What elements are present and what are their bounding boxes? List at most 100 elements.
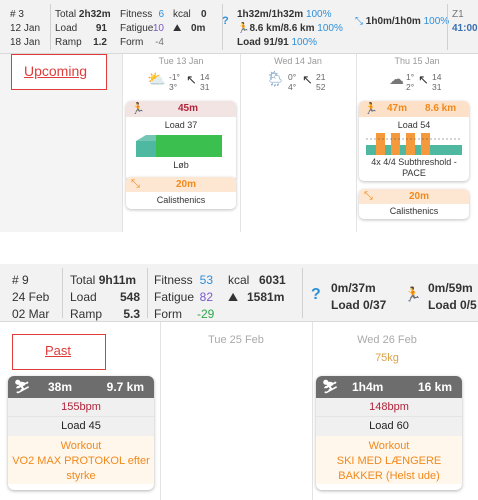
workout-card-calisthenics[interactable]: ⤡ 20m Calisthenics (359, 189, 469, 219)
workout-card-run-intervals[interactable]: 🏃 47m 8.6 km Load 54 4x 4/4 Subthreshold… (359, 101, 469, 181)
run-icon: 🏃 (404, 286, 422, 302)
sport1-progress: 0m/37m Load 0/37 (331, 280, 386, 314)
question-icon: ? (311, 286, 321, 303)
card-duration: 38m (48, 380, 73, 394)
strength-icon: ⤡ (131, 178, 140, 190)
recovery-segment (415, 145, 421, 155)
week-id: # 9 24 Feb 02 Mar (12, 272, 49, 323)
ski-icon: ⛷ (14, 379, 31, 394)
divider (447, 4, 448, 50)
card-distance: 16 km (417, 380, 452, 394)
fitness-value: 53 (199, 273, 213, 287)
card-duration: 20m (176, 179, 197, 190)
sport2-progress: ⤡ 1h0m/1h0m 100% (355, 15, 451, 29)
main-segment (156, 135, 222, 157)
card-type: Workout (60, 440, 102, 452)
card-duration: 47m (387, 103, 408, 114)
kcal-label: kcal (228, 273, 250, 287)
week-totals: Total 9h11m Load 548 Ramp 5.3 (70, 272, 142, 323)
temp-low: 4° (288, 82, 297, 92)
run-icon: 🏃 (364, 103, 378, 115)
run-icon: 🏃 (131, 103, 145, 115)
cooldown-segment (430, 145, 462, 155)
form-value: -29 (197, 307, 215, 321)
workout-card-calisthenics[interactable]: ⤡ 20m Calisthenics (126, 177, 236, 209)
card-load: Load 60 (316, 416, 462, 436)
day-header: Wed 14 Jan (274, 56, 322, 66)
load-label: Load (55, 23, 78, 34)
temp-low: 2° (406, 82, 415, 92)
wind-arrow-icon: ↖ (418, 72, 429, 87)
load-value: 548 (119, 290, 140, 304)
kcal-elevation: kcal 6031 ⛰ 1581m (228, 272, 298, 306)
warmup-segment (136, 141, 156, 157)
day-header: Thu 15 Jan (394, 56, 440, 66)
partly-cloudy-icon: ⛅ (147, 71, 166, 88)
kcal-value: 0 (201, 9, 207, 20)
card-header: 🏃 47m 8.6 km (359, 101, 469, 117)
column-divider (122, 54, 123, 232)
card-name: SKI MED LÆNGERE BAKKER (Helst ude) (336, 455, 442, 482)
ramp-value: 5.3 (123, 307, 140, 321)
total-label: Total (55, 9, 77, 20)
total-label: Total (70, 273, 96, 287)
past-label-box: Past (12, 334, 106, 370)
zone-summary: Z1 41:00 (452, 8, 478, 36)
fitness-values: 6 10 -4 (150, 8, 164, 50)
workout-card-run[interactable]: 🏃 45m Load 37 Løb (126, 101, 236, 181)
sport2-load: Load 0/5 (428, 298, 477, 312)
week-date-end: 02 Mar (12, 307, 50, 321)
card-workout-info: Workout SKI MED LÆNGERE BAKKER (Helst ud… (316, 436, 462, 484)
fitness-values: 53 82 -29 (197, 272, 215, 323)
week-number: # 9 (12, 273, 29, 287)
upcoming-calendar-panel: # 3 12 Jan 18 Jan Total 2h32m Load 91 Ram… (0, 0, 478, 232)
load-value: 91 (95, 23, 107, 34)
workout-structure-chart (136, 135, 222, 157)
sport1-load: Load 91/91 (237, 37, 289, 48)
divider (147, 268, 148, 318)
card-header: ⛷ 1h4m 16 km (316, 376, 462, 398)
card-duration: 45m (178, 103, 199, 114)
elevation-value: 0m (191, 23, 206, 34)
completed-workout-card[interactable]: ⛷ 1h4m 16 km 148bpm Load 60 Workout SKI … (316, 376, 462, 490)
wind-arrow-icon: ↖ (186, 72, 197, 87)
mountain-icon: ⛰ (173, 23, 182, 34)
week-date-end: 18 Jan (10, 37, 41, 48)
wind: 14 31 (432, 72, 441, 92)
temperature: 0° 4° (288, 72, 296, 92)
week-summary-past[interactable]: # 9 24 Feb 02 Mar Total 9h11m Load 548 Ra… (0, 264, 478, 322)
sport1-load: Load 0/37 (331, 298, 387, 312)
sport2-time-pct: 100% (423, 16, 450, 27)
temperature: 1° 2° (406, 72, 414, 92)
card-header: ⤡ 20m (359, 189, 469, 204)
fatigue-label: Fatigue (154, 290, 195, 304)
card-name: 4x 4/4 Subthreshold - PACE (371, 157, 457, 178)
workout-structure-chart (366, 133, 462, 155)
sport2-progress: 0m/59m Load 0/5 (428, 280, 477, 314)
strength-icon: ⤡ (364, 190, 373, 202)
fitness-labels: Fitness Fatigue Form (154, 272, 194, 323)
body-weight: 75kg (375, 352, 399, 364)
card-header: 🏃 45m (126, 101, 236, 117)
column-divider (312, 322, 313, 500)
completed-workout-card[interactable]: ⛷ 38m 9.7 km 155bpm Load 45 Workout VO2 … (8, 376, 154, 490)
sport1-time: 1h32m/1h32m (237, 9, 304, 20)
column-divider (356, 54, 357, 232)
temp-high: 0° (288, 72, 297, 82)
fitness-label: Fitness (154, 273, 193, 287)
week-summary-upcoming[interactable]: # 3 12 Jan 18 Jan Total 2h32m Load 91 Ram… (0, 0, 478, 54)
sport1-time: 0m/37m (331, 281, 376, 295)
past-calendar-panel: # 9 24 Feb 02 Mar Total 9h11m Load 548 Ra… (0, 264, 478, 500)
card-heart-rate: 148bpm (316, 398, 462, 416)
card-header: ⛷ 38m 9.7 km (8, 376, 154, 398)
sport2-time: 0m/59m (428, 281, 473, 295)
card-type: Workout (368, 440, 410, 452)
card-duration: 20m (409, 191, 430, 202)
form-label: Form (154, 307, 182, 321)
sport1-time-pct: 100% (305, 9, 332, 20)
run-icon: 🏃 (237, 23, 250, 34)
kcal-label: kcal (173, 9, 191, 20)
wind-arrow-icon: ↖ (302, 72, 313, 87)
temperature: -1° 3° (169, 72, 180, 92)
past-label: Past (45, 343, 72, 358)
